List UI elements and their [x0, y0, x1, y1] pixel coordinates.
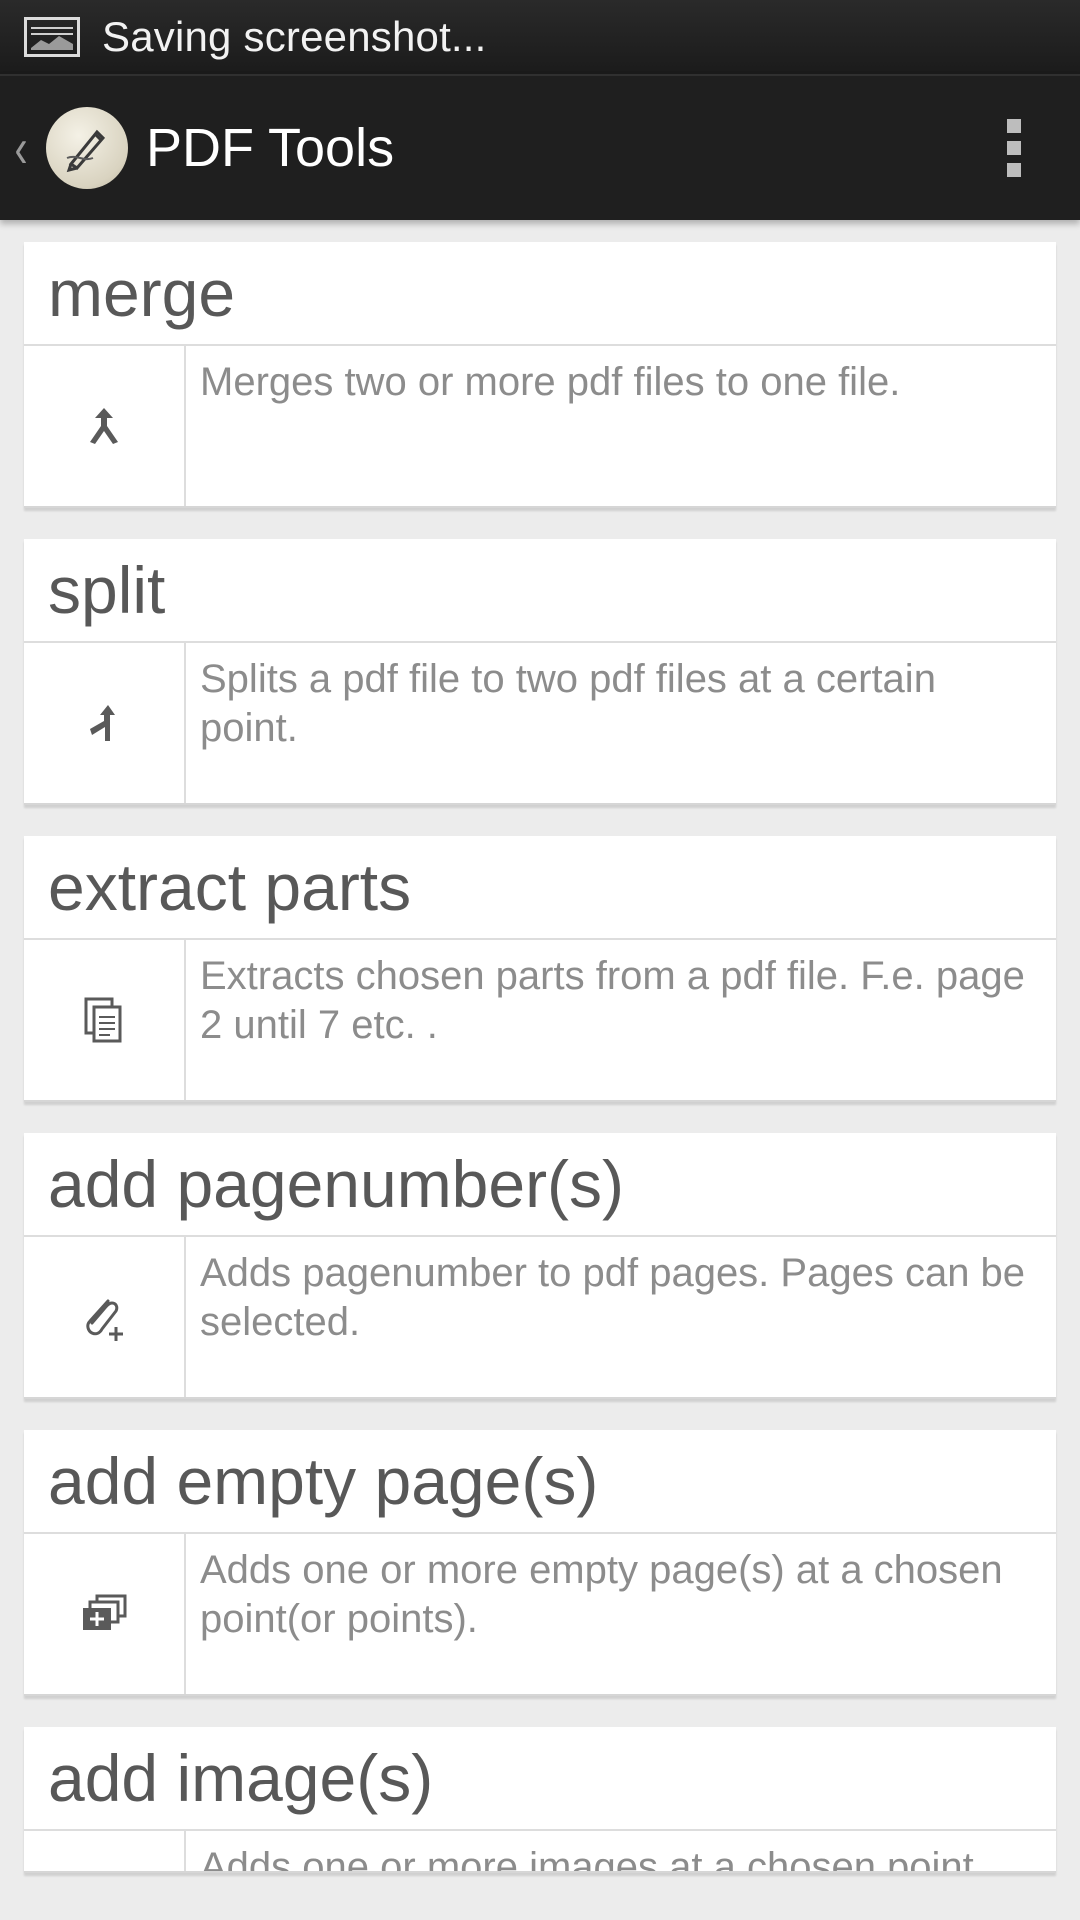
copy-pages-icon — [24, 940, 186, 1100]
tool-description: Merges two or more pdf files to one file… — [200, 360, 901, 404]
tool-description: Adds one or more empty page(s) at a chos… — [200, 1548, 1003, 1641]
tool-description: Adds one or more images at a chosen poin… — [200, 1845, 974, 1871]
status-bar: Saving screenshot... — [0, 0, 1080, 74]
split-icon — [24, 643, 186, 803]
pdf-tools-logo-icon[interactable] — [46, 107, 128, 189]
tool-description: Extracts chosen parts from a pdf file. F… — [200, 954, 1025, 1047]
tool-card-add-images[interactable]: add image(s) Adds one or more images at … — [24, 1727, 1056, 1873]
tool-title: merge — [24, 242, 1056, 346]
tool-description: Adds pagenumber to pdf pages. Pages can … — [200, 1251, 1026, 1344]
app-title: PDF Tools — [146, 118, 395, 178]
tool-card-add-empty-pages[interactable]: add empty page(s) Adds one or more empty… — [24, 1430, 1056, 1696]
tool-card-split[interactable]: split Splits a pdf file to two pdf files… — [24, 539, 1056, 805]
overflow-menu-icon[interactable] — [984, 98, 1044, 198]
tool-title: extract parts — [24, 836, 1056, 940]
tool-title: split — [24, 539, 1056, 643]
tool-card-extract-parts[interactable]: extract parts Extracts chosen parts from… — [24, 836, 1056, 1102]
add-pages-icon — [24, 1534, 186, 1694]
tool-card-add-pagenumbers[interactable]: add pagenumber(s) Adds pagenumber to pdf… — [24, 1133, 1056, 1399]
tool-card-merge[interactable]: merge Merges two or more pdf files to on… — [24, 242, 1056, 508]
tool-list: merge Merges two or more pdf files to on… — [24, 242, 1056, 1904]
back-chevron-icon[interactable]: ‹ — [15, 120, 36, 176]
tool-title: add pagenumber(s) — [24, 1133, 1056, 1237]
status-text: Saving screenshot... — [102, 13, 487, 60]
merge-icon — [24, 346, 186, 506]
tool-title: add image(s) — [24, 1727, 1056, 1831]
tool-title: add empty page(s) — [24, 1430, 1056, 1534]
add-image-icon — [24, 1831, 186, 1871]
tool-description: Splits a pdf file to two pdf files at a … — [200, 657, 936, 750]
screenshot-icon — [24, 17, 80, 57]
action-bar: ‹ PDF Tools — [0, 74, 1080, 220]
attach-plus-icon — [24, 1237, 186, 1397]
